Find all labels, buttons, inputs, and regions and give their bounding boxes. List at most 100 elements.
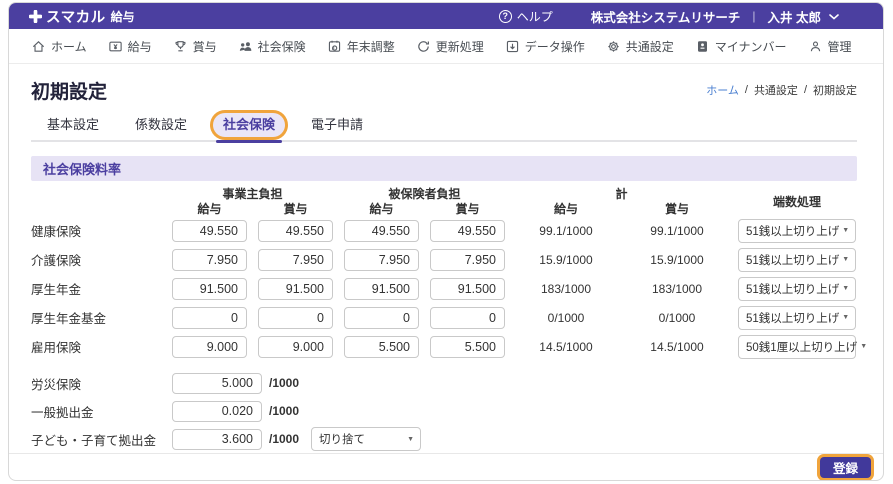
nursing-employer-salary-input[interactable] bbox=[172, 248, 247, 271]
table-row-pension-fund: 厚生年金基金 0/1000 0/1000 51銭以上切り上げ bbox=[31, 303, 857, 332]
main-navigation: ホーム 給与 賞与 社会保険 年末調整 更新処理 データ操作 共通設定 マイナン… bbox=[9, 29, 883, 64]
subheader-salary: 給与 bbox=[553, 202, 578, 216]
nav-item-my-number[interactable]: マイナンバー bbox=[695, 38, 787, 55]
top-bar: スマカル 給与 ヘルプ 株式会社システムリサーチ | 入井 太郎 bbox=[9, 3, 883, 29]
row-label: 一般拠出金 bbox=[31, 405, 94, 420]
per-mille-unit: /1000 bbox=[269, 376, 300, 390]
breadcrumb-common-settings-link[interactable]: 共通設定 bbox=[754, 82, 798, 98]
tab-coefficient-settings[interactable]: 係数設定 bbox=[125, 113, 197, 137]
child-contribution-input[interactable] bbox=[172, 428, 262, 450]
logo-product-text: 給与 bbox=[110, 9, 135, 24]
user-name: 入井 太郎 bbox=[767, 10, 821, 25]
pension-employer-bonus-input[interactable] bbox=[258, 277, 333, 300]
row-label: 介護保険 bbox=[31, 254, 82, 268]
subheader-bonus: 賞与 bbox=[664, 202, 689, 216]
nursing-insured-bonus-input[interactable] bbox=[430, 248, 505, 271]
breadcrumb-home-link[interactable]: ホーム bbox=[706, 82, 739, 98]
table-row-workers-accident-insurance: 労災保険 /1000 bbox=[31, 369, 857, 397]
company-name: 株式会社システムリサーチ bbox=[590, 10, 741, 25]
fund-total-salary: 0/1000 bbox=[547, 310, 585, 325]
health-rounding-select[interactable]: 51銭以上切り上げ bbox=[738, 218, 856, 243]
app-logo: スマカル 給与 bbox=[29, 6, 135, 27]
home-icon bbox=[31, 39, 46, 54]
section-title-social-insurance-rates: 社会保険料率 bbox=[31, 156, 857, 181]
nav-item-data-operation[interactable]: データ操作 bbox=[505, 38, 585, 55]
nav-item-bonus[interactable]: 賞与 bbox=[173, 38, 217, 55]
nav-item-update-process[interactable]: 更新処理 bbox=[416, 38, 484, 55]
breadcrumb-current: 初期設定 bbox=[813, 85, 857, 97]
employment-total-bonus: 14.5/1000 bbox=[650, 339, 704, 354]
row-label: 労災保険 bbox=[31, 377, 82, 392]
per-mille-unit: /1000 bbox=[269, 404, 300, 418]
social-insurance-people-icon bbox=[238, 39, 253, 54]
tab-basic-settings[interactable]: 基本設定 bbox=[37, 113, 109, 137]
health-insured-bonus-input[interactable] bbox=[430, 219, 505, 242]
health-insured-salary-input[interactable] bbox=[344, 219, 419, 242]
subheader-salary: 給与 bbox=[197, 202, 222, 216]
page-title: 初期設定 bbox=[31, 81, 108, 103]
nursing-total-salary: 15.9/1000 bbox=[539, 252, 593, 267]
pension-rounding-select[interactable]: 51銭以上切り上げ bbox=[738, 276, 856, 301]
accident-rate-input[interactable] bbox=[172, 372, 262, 394]
nav-item-payroll[interactable]: 給与 bbox=[108, 38, 152, 55]
employment-insured-salary-input[interactable] bbox=[344, 335, 419, 358]
page-footer: 登録 bbox=[9, 453, 883, 480]
employment-insured-bonus-input[interactable] bbox=[430, 335, 505, 358]
breadcrumb-separator: / bbox=[744, 84, 748, 96]
pension-insured-bonus-input[interactable] bbox=[430, 277, 505, 300]
nursing-total-bonus: 15.9/1000 bbox=[650, 252, 704, 267]
nav-item-year-end-adjustment[interactable]: 年末調整 bbox=[327, 38, 395, 55]
column-rounding: 端数処理 bbox=[772, 194, 821, 209]
subheader-bonus: 賞与 bbox=[455, 202, 480, 216]
table-row-nursing-insurance: 介護保険 15.9/1000 15.9/1000 51銭以上切り上げ bbox=[31, 245, 857, 274]
fund-rounding-select[interactable]: 51銭以上切り上げ bbox=[738, 305, 856, 330]
child-contribution-rounding-select[interactable]: 切り捨て bbox=[311, 427, 421, 451]
employment-employer-bonus-input[interactable] bbox=[258, 335, 333, 358]
my-number-card-icon bbox=[695, 39, 710, 54]
pension-total-salary: 183/1000 bbox=[540, 281, 592, 296]
tab-electronic-application[interactable]: 電子申請 bbox=[301, 113, 373, 137]
fund-employer-salary-input[interactable] bbox=[172, 306, 247, 329]
per-mille-unit: /1000 bbox=[269, 432, 300, 446]
health-employer-bonus-input[interactable] bbox=[258, 219, 333, 242]
rate-table-header: 事業主負担 被保険者負担 計 端数処理 給与 賞与 給与 賞与 給与 賞与 bbox=[31, 186, 857, 216]
app-window: スマカル 給与 ヘルプ 株式会社システムリサーチ | 入井 太郎 ホーム bbox=[8, 2, 884, 481]
register-button[interactable]: 登録 bbox=[819, 456, 871, 478]
pension-employer-salary-input[interactable] bbox=[172, 277, 247, 300]
fund-employer-bonus-input[interactable] bbox=[258, 306, 333, 329]
table-row-employment-insurance: 雇用保険 14.5/1000 14.5/1000 50銭1厘以上切り上げ bbox=[31, 332, 857, 361]
health-total-bonus: 99.1/1000 bbox=[650, 223, 704, 238]
plus-logo-icon bbox=[29, 9, 42, 23]
nursing-insured-salary-input[interactable] bbox=[344, 248, 419, 271]
row-label: 厚生年金 bbox=[31, 283, 82, 297]
nursing-employer-bonus-input[interactable] bbox=[258, 248, 333, 271]
nav-item-common-settings[interactable]: 共通設定 bbox=[606, 38, 674, 55]
row-label: 子ども・子育て拠出金 bbox=[31, 433, 157, 448]
employment-total-salary: 14.5/1000 bbox=[539, 339, 593, 354]
chevron-down-icon bbox=[829, 9, 839, 23]
nav-item-home[interactable]: ホーム bbox=[31, 38, 87, 55]
fund-insured-salary-input[interactable] bbox=[344, 306, 419, 329]
breadcrumb-separator: / bbox=[803, 84, 807, 96]
admin-person-icon bbox=[808, 39, 823, 54]
health-employer-salary-input[interactable] bbox=[172, 219, 247, 242]
nursing-rounding-select[interactable]: 51銭以上切り上げ bbox=[738, 247, 856, 272]
table-row-general-contribution: 一般拠出金 /1000 bbox=[31, 397, 857, 425]
employment-employer-salary-input[interactable] bbox=[172, 335, 247, 358]
help-menu[interactable]: ヘルプ bbox=[498, 8, 553, 25]
table-row-child-contribution: 子ども・子育て拠出金 /1000 切り捨て bbox=[31, 425, 857, 453]
employment-rounding-select[interactable]: 50銭1厘以上切り上げ bbox=[738, 334, 857, 359]
nav-item-social-insurance[interactable]: 社会保険 bbox=[238, 38, 306, 55]
user-menu[interactable]: 入井 太郎 bbox=[768, 7, 839, 26]
row-label: 健康保険 bbox=[31, 225, 82, 239]
table-row-health-insurance: 健康保険 99.1/1000 99.1/1000 51銭以上切り上げ bbox=[31, 216, 857, 245]
pension-insured-salary-input[interactable] bbox=[344, 277, 419, 300]
tab-social-insurance[interactable]: 社会保険 bbox=[213, 113, 286, 143]
general-contribution-input[interactable] bbox=[172, 400, 262, 422]
pension-total-bonus: 183/1000 bbox=[651, 281, 703, 296]
fund-insured-bonus-input[interactable] bbox=[430, 306, 505, 329]
health-total-salary: 99.1/1000 bbox=[539, 223, 593, 238]
update-refresh-icon bbox=[416, 39, 431, 54]
breadcrumb: ホーム / 共通設定 / 初期設定 bbox=[706, 82, 857, 98]
nav-item-admin[interactable]: 管理 bbox=[808, 38, 852, 55]
